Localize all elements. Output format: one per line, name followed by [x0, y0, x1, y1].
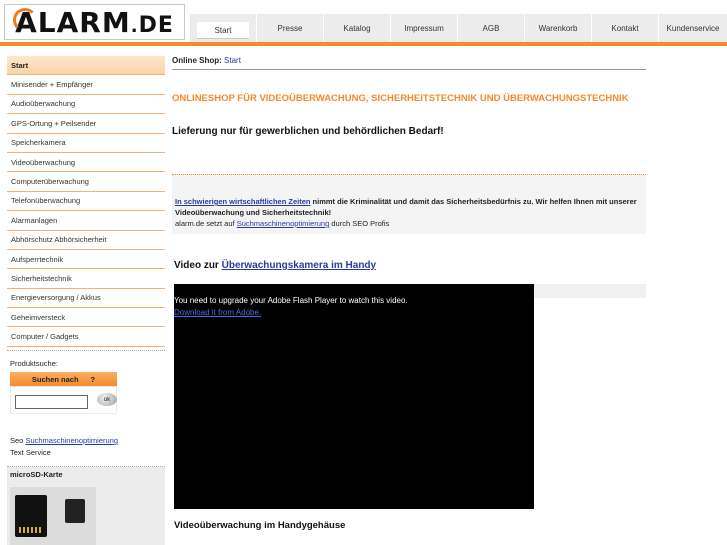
ok-label: ok [103, 396, 111, 403]
tab-presse[interactable]: Presse [256, 14, 323, 42]
video-heading: Video zur Überwachungskamera im Handy [174, 260, 376, 271]
sidebar-item-aufsperrtechnik[interactable]: Aufsperrtechnik [7, 250, 165, 270]
search-header-button[interactable]: Suchen nach ? [10, 372, 117, 386]
sidebar-item-sicherheitstechnik[interactable]: Sicherheitstechnik [7, 269, 165, 289]
sidebar-menu: Start Minisender + Empfänger Audioüberwa… [7, 56, 165, 353]
tab-label: Start [196, 21, 250, 39]
top-navigation: Start Presse Katalog Impressum AGB Waren… [189, 14, 727, 42]
tab-kontakt[interactable]: Kontakt [591, 14, 658, 42]
seo-info: Seo Suchmaschinenoptimierung Text Servic… [7, 435, 165, 459]
sidebar-item-telefon[interactable]: Telefonüberwachung [7, 192, 165, 212]
seo-text: Text Service [10, 448, 51, 457]
tab-agb[interactable]: AGB [457, 14, 524, 42]
sidebar-item-gadgets[interactable]: Computer / Gadgets [7, 327, 165, 347]
page-subtitle: Lieferung nur für gewerblichen und behör… [172, 126, 444, 137]
help-icon[interactable]: ? [91, 375, 96, 384]
tab-warenkorb[interactable]: Warenkorb [524, 14, 591, 42]
sidebar-item-alarmanlagen[interactable]: Alarmanlagen [7, 211, 165, 231]
logo-arc-icon [13, 8, 37, 32]
tab-label: Presse [277, 23, 303, 33]
microsd-image[interactable] [10, 487, 96, 545]
tab-label: Warenkorb [538, 23, 578, 33]
tab-kundenservice[interactable]: Kundenservice [658, 14, 727, 42]
seo-link[interactable]: Suchmaschinenoptimierung [25, 436, 118, 445]
search-panel: ok [10, 386, 117, 414]
sidebar-item-video[interactable]: Videoüberwachung [7, 153, 165, 173]
sidebar-item-computer[interactable]: Computerüberwachung [7, 172, 165, 192]
product-search: Produktsuche: Suchen nach ? ok [7, 359, 165, 419]
tab-impressum[interactable]: Impressum [390, 14, 457, 42]
sidebar-item-minisender[interactable]: Minisender + Empfänger [7, 75, 165, 95]
tab-start[interactable]: Start [189, 14, 256, 42]
section-heading: Videoüberwachung im Handygehäuse [174, 520, 346, 531]
logo-dot: . [130, 15, 139, 37]
site-logo[interactable]: ALARM.DE [4, 4, 185, 40]
sidebar-item-start[interactable]: Start [7, 56, 165, 76]
sidebar-item-gps[interactable]: GPS-Ortung + Peilsender [7, 114, 165, 134]
header-divider [0, 42, 727, 46]
info-text: In schwierigen wirtschaftlichen Zeiten n… [175, 196, 640, 218]
sd-card-icon [15, 495, 47, 537]
search-input[interactable] [15, 395, 88, 409]
video-side-panel [534, 284, 646, 298]
tab-katalog[interactable]: Katalog [323, 14, 390, 42]
page-title: ONLINESHOP FÜR VIDEOÜBERWACHUNG, SICHERH… [172, 93, 629, 104]
breadcrumb: Online Shop: Start [172, 56, 646, 70]
sidebar-divider [7, 347, 165, 351]
microsd-promo[interactable]: microSD-Karte [7, 467, 165, 545]
sidebar-item-abhoerschutz[interactable]: Abhörschutz Abhörsicherheit [7, 231, 165, 250]
tab-label: Kundenservice [666, 23, 720, 33]
seo-prefix: Seo [10, 436, 24, 445]
seo-line: Seo Suchmaschinenoptimierung [10, 435, 165, 447]
tab-label: Impressum [404, 23, 444, 33]
tab-label: AGB [482, 23, 500, 33]
adobe-download-link[interactable]: Download it from Adobe. [174, 308, 261, 317]
logo-suffix: DE [138, 12, 174, 38]
sidebar-item-energie[interactable]: Energieversorgung / Akkus [7, 289, 165, 309]
flash-video-player[interactable]: You need to upgrade your Adobe Flash Pla… [174, 284, 534, 509]
sidebar-item-audio[interactable]: Audioüberwachung [7, 95, 165, 115]
microsd-title: microSD-Karte [10, 470, 63, 479]
sidebar-item-geheimversteck[interactable]: Geheimversteck [7, 308, 165, 328]
sidebar-item-speicherkamera[interactable]: Speicherkamera [7, 134, 165, 153]
main-content: Online Shop: Start ONLINESHOP FÜR VIDEOÜ… [172, 56, 646, 531]
info-box: In schwierigen wirtschaftlichen Zeiten n… [172, 174, 646, 234]
logo-text: ALARM.DE [15, 6, 174, 39]
info-seo-line: alarm.de setzt auf Suchmaschinenoptimier… [175, 219, 389, 228]
player-message: You need to upgrade your Adobe Flash Pla… [174, 296, 408, 305]
site-header: ALARM.DE Start Presse Katalog Impressum … [0, 0, 727, 46]
tab-label: Kontakt [611, 23, 639, 33]
microsd-card-icon [65, 499, 85, 523]
info2-suffix: durch SEO Profis [329, 219, 390, 228]
video-link[interactable]: Überwachungskamera im Handy [222, 260, 377, 271]
search-label: Produktsuche: [10, 359, 58, 368]
search-ok-button[interactable]: ok [97, 393, 117, 406]
tab-label: Katalog [343, 23, 371, 33]
info-link[interactable]: In schwierigen wirtschaftlichen Zeiten [175, 197, 310, 206]
video-prefix: Video zur [174, 260, 222, 271]
breadcrumb-link[interactable]: Start [224, 56, 241, 65]
info2-prefix: alarm.de setzt auf [175, 219, 237, 228]
search-button-label: Suchen nach [31, 374, 79, 384]
info2-link[interactable]: Suchmaschinenoptimierung [237, 219, 330, 228]
breadcrumb-label: Online Shop: [172, 56, 222, 65]
